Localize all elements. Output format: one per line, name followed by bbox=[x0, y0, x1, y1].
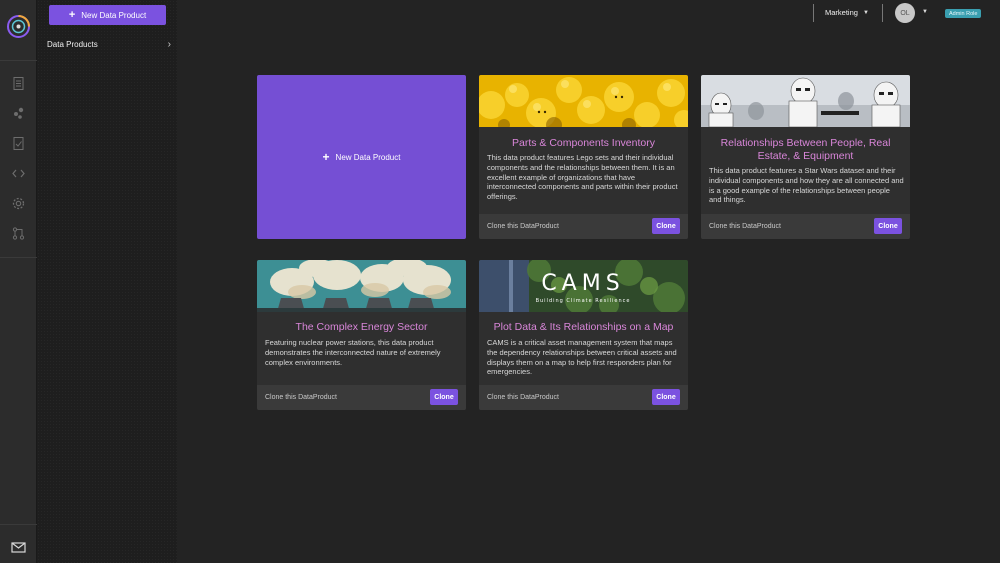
card-description: Featuring nuclear power stations, this d… bbox=[265, 338, 441, 367]
card-image bbox=[479, 75, 688, 127]
avatar-initials: OL bbox=[900, 9, 910, 17]
document-icon[interactable] bbox=[11, 76, 26, 91]
card-image: CAMS Building Climate Resilience bbox=[479, 260, 688, 312]
logo-icon[interactable] bbox=[6, 14, 31, 39]
cams-logo-text: CAMS bbox=[541, 271, 624, 296]
data-product-card: Relationships Between People, Real Estat… bbox=[701, 75, 910, 239]
clone-text: Clone this DataProduct bbox=[487, 394, 559, 401]
clone-text: Clone this DataProduct bbox=[487, 223, 559, 230]
card-description: This data product features a Star Wars d… bbox=[709, 166, 904, 205]
card-description: This data product features Lego sets and… bbox=[487, 153, 678, 202]
clone-text: Clone this DataProduct bbox=[709, 223, 781, 230]
card-description: CAMS is a critical asset management syst… bbox=[487, 338, 677, 377]
card-footer: Clone this DataProduct Clone bbox=[479, 385, 688, 410]
sidebar-item-data-products[interactable]: Data Products › bbox=[47, 38, 171, 50]
workspace-selector[interactable]: Marketing ▼ bbox=[825, 8, 869, 17]
rail-divider bbox=[0, 524, 37, 525]
check-document-icon[interactable] bbox=[11, 136, 26, 151]
cams-logo-subtext: Building Climate Resilience bbox=[536, 298, 631, 304]
plus-icon: + bbox=[68, 8, 76, 21]
avatar[interactable]: OL bbox=[895, 3, 915, 23]
card-title: Plot Data & Its Relationships on a Map bbox=[493, 321, 674, 333]
plus-icon: + bbox=[322, 150, 330, 164]
role-badge-label: Admin Role bbox=[949, 10, 978, 17]
card-footer: Clone this DataProduct Clone bbox=[479, 214, 688, 239]
code-icon[interactable] bbox=[11, 166, 26, 181]
data-product-card: Parts & Components Inventory This data p… bbox=[479, 75, 688, 239]
card-footer: Clone this DataProduct Clone bbox=[701, 214, 910, 239]
rail-divider bbox=[0, 60, 37, 61]
role-badge: Admin Role bbox=[945, 9, 982, 18]
sidebar-item-label: Data Products bbox=[47, 39, 98, 49]
data-product-card: CAMS Building Climate Resilience Plot Da… bbox=[479, 260, 688, 410]
new-data-product-button[interactable]: + New Data Product bbox=[49, 5, 166, 25]
clone-button[interactable]: Clone bbox=[874, 218, 902, 234]
git-icon[interactable] bbox=[11, 226, 26, 241]
clone-button[interactable]: Clone bbox=[652, 218, 680, 234]
card-image bbox=[701, 75, 910, 127]
clone-button[interactable]: Clone bbox=[430, 389, 458, 405]
header-divider bbox=[813, 4, 814, 22]
rail-divider bbox=[0, 257, 37, 258]
side-panel: + New Data Product Data Products › bbox=[37, 0, 177, 563]
new-data-product-label: New Data Product bbox=[81, 10, 147, 20]
chevron-right-icon: › bbox=[167, 38, 171, 50]
card-title: Relationships Between People, Real Estat… bbox=[720, 137, 891, 162]
top-bar: Marketing ▼ OL ▼ Admin Role bbox=[177, 0, 1000, 26]
new-data-product-card[interactable]: + New Data Product bbox=[257, 75, 466, 239]
card-title: Parts & Components Inventory bbox=[512, 137, 655, 149]
workspace-label: Marketing bbox=[825, 8, 858, 17]
card-footer: Clone this DataProduct Clone bbox=[257, 385, 466, 410]
clone-text: Clone this DataProduct bbox=[265, 394, 337, 401]
header-divider bbox=[882, 4, 883, 22]
caret-down-icon: ▼ bbox=[862, 9, 869, 16]
mail-icon[interactable] bbox=[11, 541, 26, 554]
new-card-label: New Data Product bbox=[335, 152, 401, 162]
icon-rail bbox=[0, 0, 37, 563]
nodes-icon[interactable] bbox=[11, 106, 26, 121]
caret-down-icon[interactable]: ▼ bbox=[922, 9, 928, 15]
clone-button[interactable]: Clone bbox=[652, 389, 680, 405]
data-product-card: The Complex Energy Sector Featuring nucl… bbox=[257, 260, 466, 410]
card-image bbox=[257, 260, 466, 312]
card-title: The Complex Energy Sector bbox=[295, 321, 428, 333]
settings-icon[interactable] bbox=[11, 196, 26, 211]
